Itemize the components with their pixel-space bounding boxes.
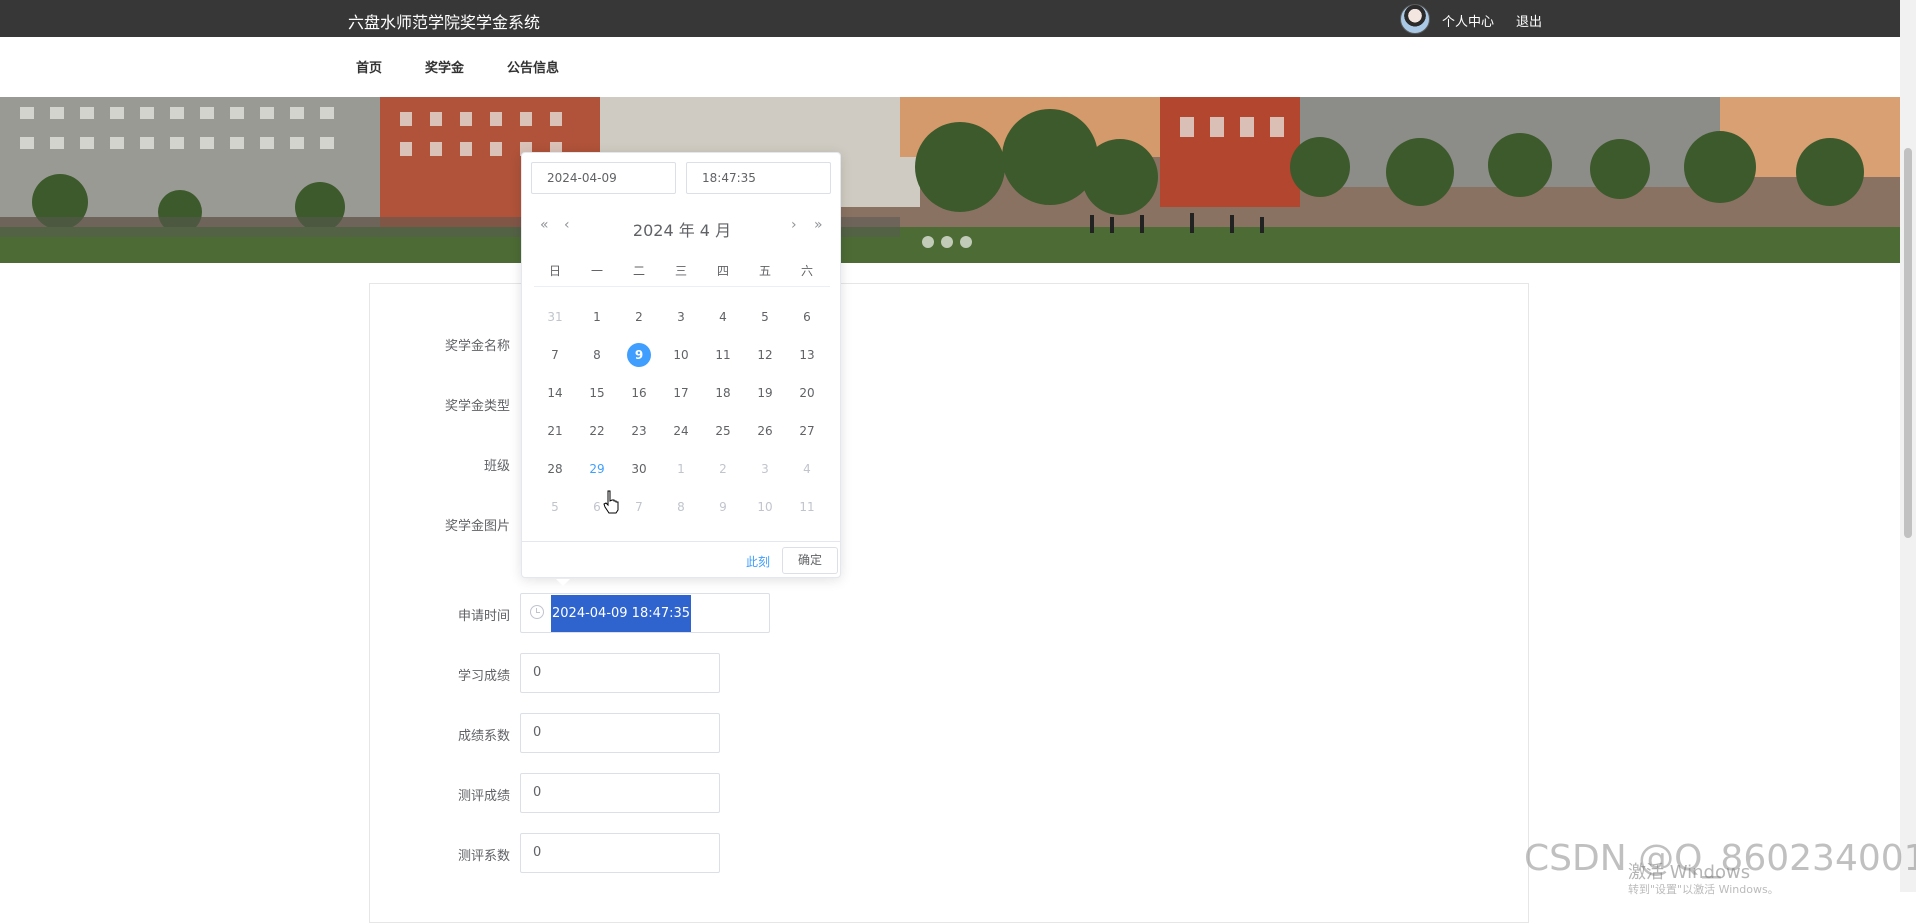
study-score-label: 学习成绩 (457, 669, 510, 684)
calendar-day[interactable]: 29 (585, 457, 609, 481)
calendar-day[interactable]: 28 (543, 457, 567, 481)
calendar-day[interactable]: 12 (753, 343, 777, 367)
score-coefficient-input[interactable]: 0 (520, 713, 720, 753)
carousel-dot[interactable] (922, 236, 934, 248)
weekday-label: 二 (632, 264, 645, 278)
calendar-day[interactable]: 20 (795, 381, 819, 405)
confirm-button[interactable]: 确定 (782, 547, 838, 574)
calendar-day[interactable]: 7 (543, 343, 567, 367)
calendar-day[interactable]: 10 (753, 495, 777, 519)
calendar-day[interactable]: 5 (753, 305, 777, 329)
picker-date-input[interactable]: 2024-04-09 (531, 162, 676, 194)
windows-activation-hint: 转到"设置"以激活 Windows。 (1628, 883, 1779, 896)
nav-item-scholarship[interactable]: 奖学金 (425, 57, 464, 76)
apply-time-input[interactable]: 2024-04-09 18:47:35 (520, 593, 770, 633)
score-coefficient-label: 成绩系数 (457, 729, 510, 744)
picker-time-input[interactable]: 18:47:35 (686, 162, 831, 194)
double-chevron-right-icon[interactable]: » (814, 217, 823, 233)
datetime-picker-popup: 2024-04-09 18:47:35 « ‹ 2024 年 4 月 › » 日… (521, 152, 841, 586)
weekday-header: 日 一 二 三 四 五 六 (534, 257, 830, 287)
calendar-day[interactable]: 4 (795, 457, 819, 481)
calendar-day[interactable]: 13 (795, 343, 819, 367)
hand-cursor-icon (603, 490, 619, 514)
now-button[interactable]: 此刻 (746, 553, 770, 570)
calendar-day[interactable]: 25 (711, 419, 735, 443)
study-score-input[interactable]: 0 (520, 653, 720, 693)
calendar-day[interactable]: 8 (669, 495, 693, 519)
calendar-day[interactable]: 15 (585, 381, 609, 405)
calendar-day[interactable]: 1 (585, 305, 609, 329)
calendar-day[interactable]: 1 (669, 457, 693, 481)
calendar-day[interactable]: 8 (585, 343, 609, 367)
calendar-day[interactable]: 22 (585, 419, 609, 443)
weekday-label: 四 (716, 264, 729, 278)
nav-item-home[interactable]: 首页 (356, 57, 382, 76)
calendar-day[interactable]: 9 (627, 343, 651, 367)
evaluation-coefficient-label: 测评系数 (457, 849, 510, 864)
apply-time-label: 申请时间 (457, 609, 510, 624)
calendar-day[interactable]: 4 (711, 305, 735, 329)
weekday-label: 一 (590, 264, 603, 278)
picker-footer: 此刻 确定 (522, 541, 840, 578)
nav-item-announcements[interactable]: 公告信息 (507, 57, 559, 76)
calendar-day[interactable]: 18 (711, 381, 735, 405)
weekday-label: 日 (548, 264, 561, 278)
calendar-day[interactable]: 14 (543, 381, 567, 405)
calendar-day[interactable]: 3 (753, 457, 777, 481)
calendar-day[interactable]: 9 (711, 495, 735, 519)
evaluation-score-label: 测评成绩 (457, 789, 510, 804)
weekday-label: 五 (758, 264, 771, 278)
carousel-dot[interactable] (960, 236, 972, 248)
calendar-day[interactable]: 30 (627, 457, 651, 481)
evaluation-coefficient-input[interactable]: 0 (520, 833, 720, 873)
scholarship-name-label: 奖学金名称 (444, 339, 510, 354)
calendar-day[interactable]: 2 (711, 457, 735, 481)
calendar-day[interactable]: 23 (627, 419, 651, 443)
evaluation-score-input[interactable]: 0 (520, 773, 720, 813)
carousel-dot[interactable] (941, 236, 953, 248)
calendar-day[interactable]: 24 (669, 419, 693, 443)
calendar-day[interactable]: 21 (543, 419, 567, 443)
weekday-label: 六 (800, 264, 813, 278)
top-bar: 六盘水师范学院奖学金系统 个人中心 退出 (0, 0, 1900, 37)
class-label: 班级 (483, 459, 510, 474)
clock-icon (530, 605, 544, 619)
calendar-day[interactable]: 19 (753, 381, 777, 405)
calendar-day[interactable]: 31 (543, 305, 567, 329)
calendar-day[interactable]: 26 (753, 419, 777, 443)
weekday-label: 三 (674, 264, 687, 278)
calendar-day[interactable]: 3 (669, 305, 693, 329)
scholarship-image-label: 奖学金图片 (444, 519, 510, 534)
page-scrollbar[interactable] (1900, 0, 1916, 892)
calendar-day[interactable]: 16 (627, 381, 651, 405)
avatar[interactable] (1400, 4, 1430, 34)
logout-link[interactable]: 退出 (1516, 11, 1542, 30)
calendar-day[interactable]: 5 (543, 495, 567, 519)
calendar-day[interactable]: 11 (795, 495, 819, 519)
calendar-day[interactable]: 17 (669, 381, 693, 405)
picker-arrow (556, 579, 570, 586)
personal-center-link[interactable]: 个人中心 (1442, 11, 1494, 30)
calendar-day[interactable]: 10 (669, 343, 693, 367)
apply-time-value: 2024-04-09 18:47:35 (551, 595, 692, 632)
calendar-day[interactable]: 2 (627, 305, 651, 329)
scholarship-type-label: 奖学金类型 (444, 399, 510, 414)
site-title: 六盘水师范学院奖学金系统 (348, 13, 541, 32)
main-nav: 首页 奖学金 公告信息 (0, 37, 1900, 97)
scrollbar-thumb[interactable] (1904, 148, 1912, 538)
calendar-day[interactable]: 7 (627, 495, 651, 519)
calendar-day[interactable]: 11 (711, 343, 735, 367)
calendar-day[interactable]: 27 (795, 419, 819, 443)
chevron-right-icon[interactable]: › (791, 217, 797, 233)
calendar-day[interactable]: 6 (795, 305, 819, 329)
